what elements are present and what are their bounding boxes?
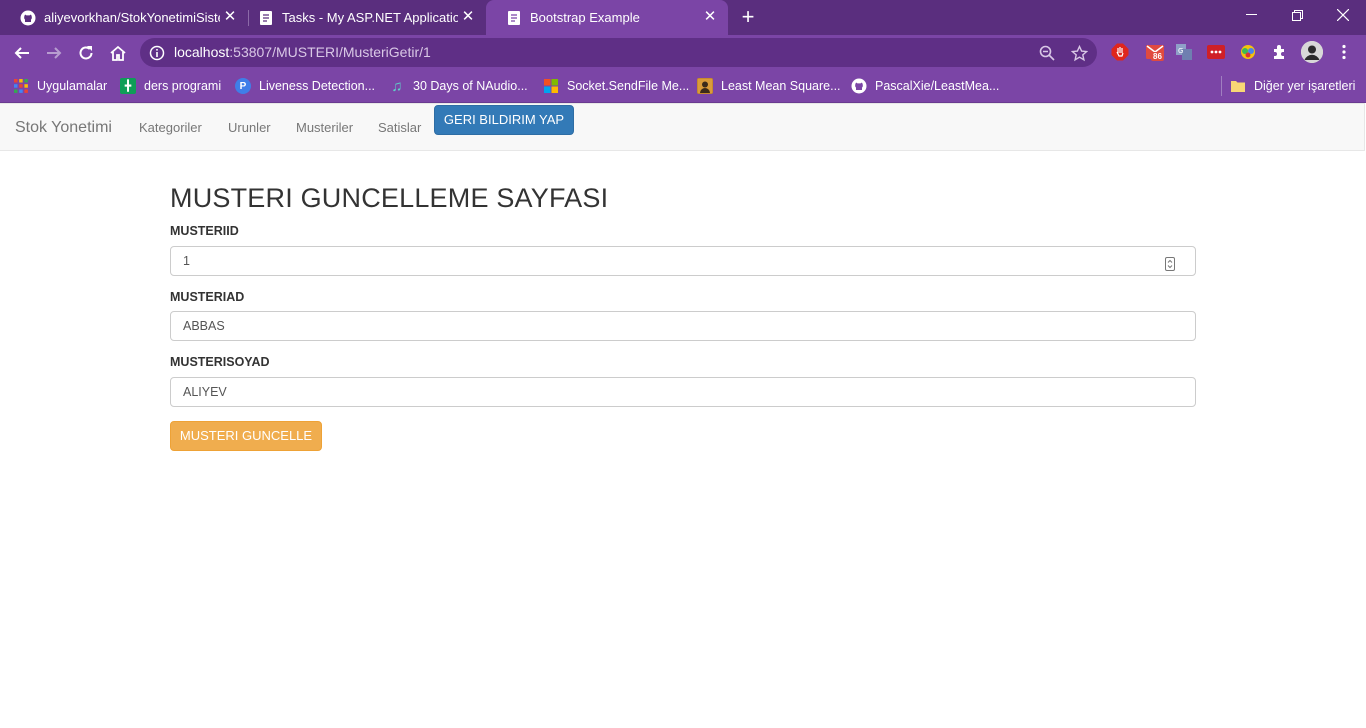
- navbar-brand[interactable]: Stok Yonetimi: [15, 119, 112, 137]
- url-path: :53807/MUSTERI/MusteriGetir/1: [229, 44, 431, 60]
- bookmarks-separator: [1221, 76, 1222, 96]
- bookmark-label: PascalXie/LeastMea...: [875, 79, 1000, 93]
- nav-link-satislar[interactable]: Satislar: [378, 120, 421, 135]
- zoom-icon[interactable]: [1038, 44, 1056, 62]
- bookmark-label: 30 Days of NAudio...: [413, 79, 528, 93]
- svg-text:G: G: [1178, 47, 1183, 55]
- bookmark-label: Socket.SendFile Me...: [567, 79, 690, 93]
- bookmark-other[interactable]: Diğer yer işaretleri: [1230, 77, 1355, 95]
- adblock-extension-icon[interactable]: [1111, 43, 1129, 61]
- close-icon[interactable]: ✕: [460, 9, 476, 25]
- restore-icon[interactable]: [1274, 0, 1320, 30]
- label-musterisoyad: MUSTERISOYAD: [170, 355, 270, 369]
- reload-icon[interactable]: [72, 39, 100, 67]
- browser-toolbar: localhost:53807/MUSTERI/MusteriGetir/1 8…: [0, 35, 1366, 70]
- back-icon[interactable]: [8, 39, 36, 67]
- microsoft-icon: [543, 78, 559, 94]
- bookmark-ders-programi[interactable]: ╋ ders programi: [120, 77, 221, 95]
- p-icon: P: [235, 78, 251, 94]
- nav-link-urunler[interactable]: Urunler: [228, 120, 271, 135]
- bookmark-label: Uygulamalar: [37, 79, 108, 93]
- label-musteriad: MUSTERIAD: [170, 290, 245, 304]
- close-icon[interactable]: ✕: [222, 9, 238, 25]
- bookmark-star-icon[interactable]: [1070, 44, 1088, 62]
- nav-link-kategoriler[interactable]: Kategoriler: [139, 120, 202, 135]
- label-musteriid: MUSTERIID: [170, 224, 239, 238]
- window-close-icon[interactable]: [1320, 0, 1366, 30]
- input-value: ALIYEV: [183, 385, 227, 399]
- forward-icon[interactable]: [40, 39, 68, 67]
- bookmark-label: Diğer yer işaretleri: [1254, 79, 1356, 93]
- minimize-icon[interactable]: [1228, 0, 1274, 30]
- tab-title: Tasks - My ASP.NET Application: [282, 10, 458, 25]
- nav-link-musteriler[interactable]: Musteriler: [296, 120, 353, 135]
- extensions-puzzle-icon[interactable]: [1271, 43, 1289, 61]
- info-icon[interactable]: [149, 45, 165, 61]
- bookmark-label: Least Mean Square...: [721, 79, 841, 93]
- apps-grid-icon: [13, 78, 29, 94]
- folder-icon: [1230, 78, 1246, 94]
- musterisoyad-input[interactable]: ALIYEV: [170, 377, 1196, 407]
- url-text: localhost:53807/MUSTERI/MusteriGetir/1: [174, 44, 431, 60]
- music-note-icon: ♫: [391, 77, 403, 95]
- page-icon: [258, 10, 274, 26]
- lastpass-extension-icon[interactable]: [1207, 43, 1225, 61]
- musteriid-input[interactable]: 1: [170, 246, 1196, 276]
- colorful-extension-icon[interactable]: [1239, 43, 1257, 61]
- tab-bootstrap-example[interactable]: Bootstrap Example ✕: [486, 0, 728, 35]
- menu-kebab-icon[interactable]: [1335, 43, 1353, 61]
- home-icon[interactable]: [104, 39, 132, 67]
- tab-title: Bootstrap Example: [530, 10, 640, 25]
- bookmarks-bar: Uygulamalar ╋ ders programi P Liveness D…: [0, 70, 1366, 103]
- translate-extension-icon[interactable]: G: [1175, 43, 1193, 61]
- bookmark-apps[interactable]: Uygulamalar: [13, 77, 107, 95]
- input-value: ABBAS: [183, 319, 225, 333]
- page-title: MUSTERI GUNCELLEME SAYFASI: [170, 183, 609, 213]
- sheets-icon: ╋: [120, 78, 136, 94]
- github-icon: [851, 78, 867, 94]
- bookmark-pascalxie[interactable]: PascalXie/LeastMea...: [851, 77, 999, 95]
- url-host: localhost: [174, 44, 230, 60]
- input-value: 1: [183, 254, 190, 268]
- new-tab-icon[interactable]: +: [738, 6, 758, 28]
- gmail-extension-icon[interactable]: 86: [1144, 43, 1166, 61]
- tab-github[interactable]: aliyevorkhan/StokYonetimiSistemi ✕: [0, 0, 248, 35]
- bookmark-liveness[interactable]: P Liveness Detection...: [235, 77, 375, 95]
- number-spinner-icon[interactable]: [1165, 253, 1175, 271]
- bookmark-naudio[interactable]: ♫ 30 Days of NAudio...: [389, 77, 528, 95]
- tab-strip: aliyevorkhan/StokYonetimiSistemi ✕ Tasks…: [0, 0, 1366, 35]
- bookmark-socket[interactable]: Socket.SendFile Me...: [543, 77, 689, 95]
- page-icon: [506, 10, 522, 26]
- tab-title: aliyevorkhan/StokYonetimiSistemi: [44, 10, 220, 25]
- feedback-button[interactable]: GERI BILDIRIM YAP: [434, 105, 574, 135]
- bookmark-label: Liveness Detection...: [259, 79, 376, 93]
- notification-badge: 86: [1151, 52, 1164, 61]
- avatar-icon: [697, 78, 713, 94]
- musteri-guncelle-button[interactable]: MUSTERI GUNCELLE: [170, 421, 322, 451]
- bookmark-least-mean[interactable]: Least Mean Square...: [697, 77, 841, 95]
- address-bar[interactable]: localhost:53807/MUSTERI/MusteriGetir/1: [140, 38, 1097, 67]
- tab-tasks[interactable]: Tasks - My ASP.NET Application ✕: [238, 0, 486, 35]
- musteriad-input[interactable]: ABBAS: [170, 311, 1196, 341]
- github-icon: [20, 10, 36, 26]
- close-icon[interactable]: ✕: [702, 9, 718, 25]
- bookmark-label: ders programi: [144, 79, 222, 93]
- profile-avatar[interactable]: [1301, 41, 1323, 63]
- site-navbar: Stok Yonetimi Kategoriler Urunler Muster…: [0, 103, 1365, 151]
